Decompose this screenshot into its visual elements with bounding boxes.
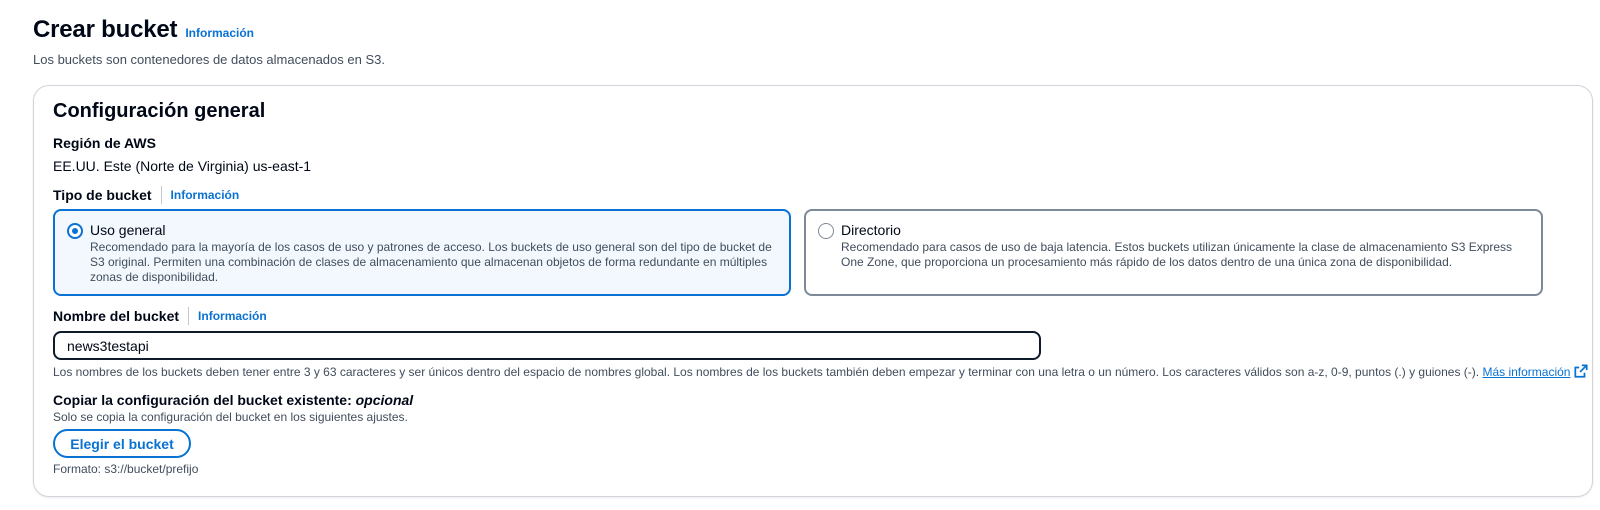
bucket-type-option-directory[interactable]: Directorio Recomendado para casos de uso… (804, 209, 1543, 296)
bucket-name-label: Nombre del bucket (53, 308, 180, 324)
bucket-type-label-row: Tipo de bucket Información (53, 186, 239, 204)
bucket-name-input[interactable] (53, 331, 1041, 360)
format-hint: Formato: s3://bucket/prefijo (53, 462, 199, 476)
option-title: Directorio (841, 222, 901, 238)
page-title: Crear bucket (33, 16, 178, 43)
bucket-type-label: Tipo de bucket (53, 187, 152, 203)
copy-config-label: Copiar la configuración del bucket exist… (53, 392, 413, 408)
page-description: Los buckets son contenedores de datos al… (33, 52, 385, 67)
divider (160, 186, 162, 204)
more-info-link[interactable]: Más información (1482, 365, 1570, 379)
page-header: Crear bucket Información Los buckets son… (33, 16, 385, 67)
divider (188, 307, 190, 325)
copy-config-description: Solo se copia la configuración del bucke… (53, 410, 408, 424)
external-link-icon[interactable] (1574, 364, 1589, 378)
region-label: Región de AWS (53, 135, 156, 151)
radio-selected-icon[interactable] (67, 223, 83, 239)
bucket-type-info-link[interactable]: Información (171, 188, 240, 202)
choose-bucket-button[interactable]: Elegir el bucket (53, 429, 191, 458)
option-description: Recomendado para casos de uso de baja la… (841, 240, 1513, 269)
bucket-name-label-row: Nombre del bucket Información (53, 307, 267, 325)
bucket-name-info-link[interactable]: Información (198, 309, 267, 323)
section-title: Configuración general (53, 100, 266, 122)
copy-config-label-text: Copiar la configuración del bucket exist… (53, 392, 352, 408)
constraint-text: Los nombres de los buckets deben tener e… (53, 365, 1480, 379)
option-title: Uso general (90, 222, 166, 238)
option-description: Recomendado para la mayoría de los casos… (90, 240, 772, 284)
optional-tag: opcional (355, 392, 414, 408)
region-value: EE.UU. Este (Norte de Virginia) us-east-… (53, 158, 312, 174)
bucket-name-constraint: Los nombres de los buckets deben tener e… (53, 364, 1589, 379)
general-config-panel: Configuración general Región de AWS EE.U… (33, 85, 1593, 497)
header-info-link[interactable]: Información (185, 26, 254, 40)
title-row: Crear bucket Información (33, 16, 385, 44)
radio-unselected-icon[interactable] (818, 223, 834, 239)
bucket-type-option-general[interactable]: Uso general Recomendado para la mayoría … (53, 209, 791, 296)
